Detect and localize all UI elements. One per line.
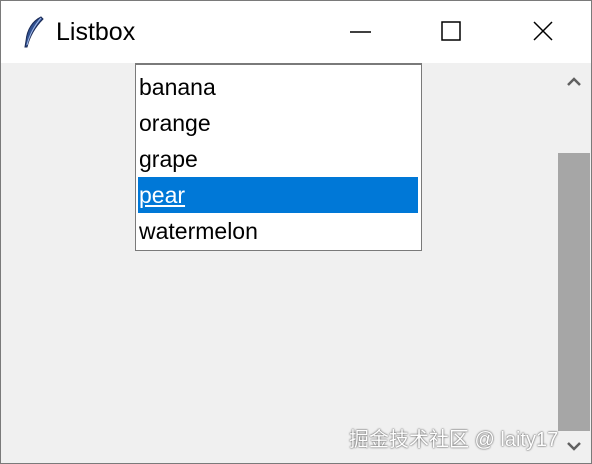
fruit-listbox[interactable]: banana orange grape pear watermelon — [135, 63, 422, 251]
list-item[interactable]: watermelon — [138, 213, 418, 249]
watermark: 掘金技术社区 @ laity17 — [349, 429, 559, 451]
title-bar[interactable]: Listbox — [1, 1, 591, 63]
minimize-button[interactable] — [314, 1, 406, 63]
close-button[interactable] — [498, 1, 590, 63]
list-item-label: grape — [139, 146, 198, 172]
list-item-label: banana — [139, 74, 216, 100]
feather-icon — [21, 15, 47, 49]
list-item-label: orange — [139, 110, 211, 136]
maximize-icon — [441, 21, 461, 41]
list-item[interactable]: orange — [138, 105, 418, 141]
chevron-down-icon — [567, 442, 581, 451]
vertical-scrollbar[interactable] — [557, 63, 591, 463]
list-item[interactable]: grape — [138, 141, 418, 177]
chevron-up-icon — [567, 77, 581, 86]
scroll-down-button[interactable] — [557, 429, 591, 463]
scroll-up-button[interactable] — [557, 63, 591, 97]
minimize-icon — [350, 31, 371, 33]
client-area: banana orange grape pear watermelon 掘金技术… — [1, 63, 591, 463]
list-item-selected[interactable]: pear — [138, 177, 418, 213]
scroll-thumb[interactable] — [558, 153, 590, 431]
window-title: Listbox — [56, 18, 136, 46]
list-item[interactable]: banana — [138, 69, 418, 105]
list-item-label: pear — [139, 182, 186, 208]
main-window: Listbox banana orange grape pear waterme… — [0, 0, 592, 464]
close-icon — [533, 21, 553, 41]
maximize-button[interactable] — [406, 1, 498, 63]
list-item-label: watermelon — [139, 218, 258, 244]
